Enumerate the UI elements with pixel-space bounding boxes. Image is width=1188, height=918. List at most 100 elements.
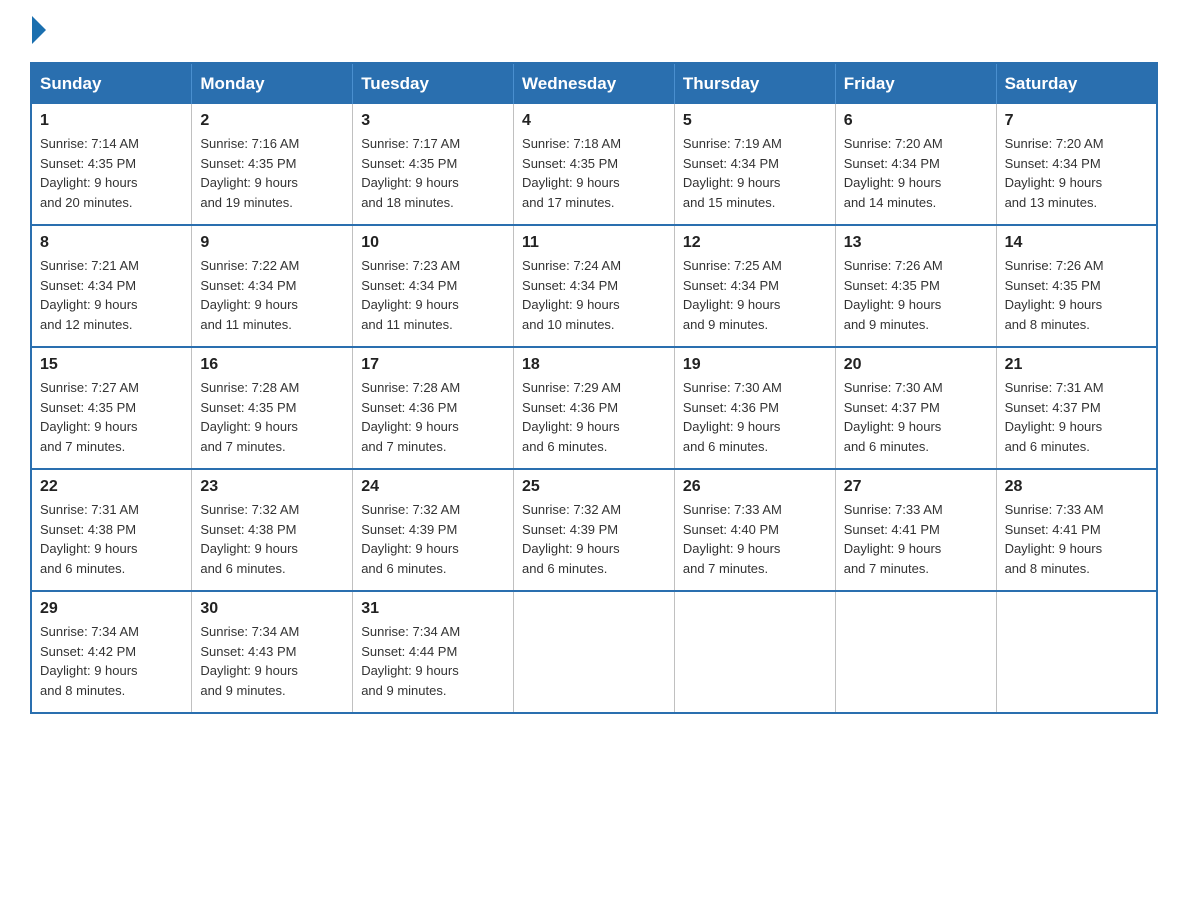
calendar-header-row: SundayMondayTuesdayWednesdayThursdayFrid…: [31, 63, 1157, 104]
calendar-cell: 12 Sunrise: 7:25 AMSunset: 4:34 PMDaylig…: [674, 225, 835, 347]
day-number: 26: [683, 478, 827, 496]
day-info: Sunrise: 7:28 AMSunset: 4:36 PMDaylight:…: [361, 380, 460, 454]
calendar-cell: [514, 591, 675, 713]
day-number: 17: [361, 356, 505, 374]
calendar-cell: 24 Sunrise: 7:32 AMSunset: 4:39 PMDaylig…: [353, 469, 514, 591]
day-info: Sunrise: 7:33 AMSunset: 4:40 PMDaylight:…: [683, 502, 782, 576]
calendar-cell: 30 Sunrise: 7:34 AMSunset: 4:43 PMDaylig…: [192, 591, 353, 713]
day-number: 30: [200, 600, 344, 618]
day-info: Sunrise: 7:18 AMSunset: 4:35 PMDaylight:…: [522, 136, 621, 210]
calendar-table: SundayMondayTuesdayWednesdayThursdayFrid…: [30, 62, 1158, 714]
day-info: Sunrise: 7:32 AMSunset: 4:39 PMDaylight:…: [361, 502, 460, 576]
day-info: Sunrise: 7:28 AMSunset: 4:35 PMDaylight:…: [200, 380, 299, 454]
day-info: Sunrise: 7:20 AMSunset: 4:34 PMDaylight:…: [844, 136, 943, 210]
calendar-cell: 3 Sunrise: 7:17 AMSunset: 4:35 PMDayligh…: [353, 104, 514, 225]
day-number: 11: [522, 234, 666, 252]
day-number: 8: [40, 234, 183, 252]
day-info: Sunrise: 7:20 AMSunset: 4:34 PMDaylight:…: [1005, 136, 1104, 210]
day-number: 9: [200, 234, 344, 252]
day-number: 19: [683, 356, 827, 374]
day-number: 10: [361, 234, 505, 252]
day-number: 16: [200, 356, 344, 374]
day-info: Sunrise: 7:27 AMSunset: 4:35 PMDaylight:…: [40, 380, 139, 454]
calendar-cell: 28 Sunrise: 7:33 AMSunset: 4:41 PMDaylig…: [996, 469, 1157, 591]
calendar-header-wednesday: Wednesday: [514, 63, 675, 104]
calendar-cell: 22 Sunrise: 7:31 AMSunset: 4:38 PMDaylig…: [31, 469, 192, 591]
day-number: 7: [1005, 112, 1148, 130]
day-info: Sunrise: 7:23 AMSunset: 4:34 PMDaylight:…: [361, 258, 460, 332]
calendar-cell: 19 Sunrise: 7:30 AMSunset: 4:36 PMDaylig…: [674, 347, 835, 469]
day-number: 25: [522, 478, 666, 496]
day-number: 1: [40, 112, 183, 130]
calendar-cell: 11 Sunrise: 7:24 AMSunset: 4:34 PMDaylig…: [514, 225, 675, 347]
calendar-cell: 29 Sunrise: 7:34 AMSunset: 4:42 PMDaylig…: [31, 591, 192, 713]
day-number: 23: [200, 478, 344, 496]
day-info: Sunrise: 7:24 AMSunset: 4:34 PMDaylight:…: [522, 258, 621, 332]
day-info: Sunrise: 7:34 AMSunset: 4:42 PMDaylight:…: [40, 624, 139, 698]
day-info: Sunrise: 7:21 AMSunset: 4:34 PMDaylight:…: [40, 258, 139, 332]
day-number: 12: [683, 234, 827, 252]
day-number: 27: [844, 478, 988, 496]
calendar-cell: 31 Sunrise: 7:34 AMSunset: 4:44 PMDaylig…: [353, 591, 514, 713]
day-info: Sunrise: 7:19 AMSunset: 4:34 PMDaylight:…: [683, 136, 782, 210]
logo: [30, 20, 46, 42]
day-number: 18: [522, 356, 666, 374]
calendar-week-3: 15 Sunrise: 7:27 AMSunset: 4:35 PMDaylig…: [31, 347, 1157, 469]
logo-arrow-icon: [32, 16, 46, 44]
calendar-week-1: 1 Sunrise: 7:14 AMSunset: 4:35 PMDayligh…: [31, 104, 1157, 225]
calendar-cell: 6 Sunrise: 7:20 AMSunset: 4:34 PMDayligh…: [835, 104, 996, 225]
day-number: 14: [1005, 234, 1148, 252]
day-info: Sunrise: 7:22 AMSunset: 4:34 PMDaylight:…: [200, 258, 299, 332]
calendar-cell: 17 Sunrise: 7:28 AMSunset: 4:36 PMDaylig…: [353, 347, 514, 469]
day-number: 15: [40, 356, 183, 374]
calendar-week-2: 8 Sunrise: 7:21 AMSunset: 4:34 PMDayligh…: [31, 225, 1157, 347]
day-info: Sunrise: 7:30 AMSunset: 4:36 PMDaylight:…: [683, 380, 782, 454]
day-info: Sunrise: 7:26 AMSunset: 4:35 PMDaylight:…: [1005, 258, 1104, 332]
calendar-cell: 27 Sunrise: 7:33 AMSunset: 4:41 PMDaylig…: [835, 469, 996, 591]
day-info: Sunrise: 7:16 AMSunset: 4:35 PMDaylight:…: [200, 136, 299, 210]
calendar-cell: 13 Sunrise: 7:26 AMSunset: 4:35 PMDaylig…: [835, 225, 996, 347]
day-number: 28: [1005, 478, 1148, 496]
calendar-cell: 14 Sunrise: 7:26 AMSunset: 4:35 PMDaylig…: [996, 225, 1157, 347]
day-info: Sunrise: 7:34 AMSunset: 4:43 PMDaylight:…: [200, 624, 299, 698]
day-number: 22: [40, 478, 183, 496]
calendar-header-thursday: Thursday: [674, 63, 835, 104]
calendar-header-friday: Friday: [835, 63, 996, 104]
calendar-cell: 16 Sunrise: 7:28 AMSunset: 4:35 PMDaylig…: [192, 347, 353, 469]
calendar-cell: 15 Sunrise: 7:27 AMSunset: 4:35 PMDaylig…: [31, 347, 192, 469]
day-info: Sunrise: 7:29 AMSunset: 4:36 PMDaylight:…: [522, 380, 621, 454]
day-number: 6: [844, 112, 988, 130]
calendar-cell: 1 Sunrise: 7:14 AMSunset: 4:35 PMDayligh…: [31, 104, 192, 225]
calendar-cell: [674, 591, 835, 713]
day-number: 5: [683, 112, 827, 130]
day-info: Sunrise: 7:25 AMSunset: 4:34 PMDaylight:…: [683, 258, 782, 332]
day-number: 3: [361, 112, 505, 130]
page-header: [30, 20, 1158, 42]
day-number: 20: [844, 356, 988, 374]
day-info: Sunrise: 7:32 AMSunset: 4:38 PMDaylight:…: [200, 502, 299, 576]
day-info: Sunrise: 7:34 AMSunset: 4:44 PMDaylight:…: [361, 624, 460, 698]
calendar-header-tuesday: Tuesday: [353, 63, 514, 104]
calendar-cell: 20 Sunrise: 7:30 AMSunset: 4:37 PMDaylig…: [835, 347, 996, 469]
calendar-cell: 4 Sunrise: 7:18 AMSunset: 4:35 PMDayligh…: [514, 104, 675, 225]
calendar-cell: 5 Sunrise: 7:19 AMSunset: 4:34 PMDayligh…: [674, 104, 835, 225]
calendar-cell: 26 Sunrise: 7:33 AMSunset: 4:40 PMDaylig…: [674, 469, 835, 591]
calendar-week-4: 22 Sunrise: 7:31 AMSunset: 4:38 PMDaylig…: [31, 469, 1157, 591]
day-info: Sunrise: 7:33 AMSunset: 4:41 PMDaylight:…: [844, 502, 943, 576]
calendar-week-5: 29 Sunrise: 7:34 AMSunset: 4:42 PMDaylig…: [31, 591, 1157, 713]
day-number: 29: [40, 600, 183, 618]
calendar-cell: 21 Sunrise: 7:31 AMSunset: 4:37 PMDaylig…: [996, 347, 1157, 469]
calendar-cell: 8 Sunrise: 7:21 AMSunset: 4:34 PMDayligh…: [31, 225, 192, 347]
day-info: Sunrise: 7:31 AMSunset: 4:38 PMDaylight:…: [40, 502, 139, 576]
calendar-cell: 10 Sunrise: 7:23 AMSunset: 4:34 PMDaylig…: [353, 225, 514, 347]
day-info: Sunrise: 7:31 AMSunset: 4:37 PMDaylight:…: [1005, 380, 1104, 454]
calendar-cell: [835, 591, 996, 713]
calendar-header-saturday: Saturday: [996, 63, 1157, 104]
day-info: Sunrise: 7:14 AMSunset: 4:35 PMDaylight:…: [40, 136, 139, 210]
calendar-cell: 23 Sunrise: 7:32 AMSunset: 4:38 PMDaylig…: [192, 469, 353, 591]
day-info: Sunrise: 7:33 AMSunset: 4:41 PMDaylight:…: [1005, 502, 1104, 576]
day-number: 21: [1005, 356, 1148, 374]
calendar-cell: 18 Sunrise: 7:29 AMSunset: 4:36 PMDaylig…: [514, 347, 675, 469]
day-info: Sunrise: 7:17 AMSunset: 4:35 PMDaylight:…: [361, 136, 460, 210]
calendar-cell: 25 Sunrise: 7:32 AMSunset: 4:39 PMDaylig…: [514, 469, 675, 591]
